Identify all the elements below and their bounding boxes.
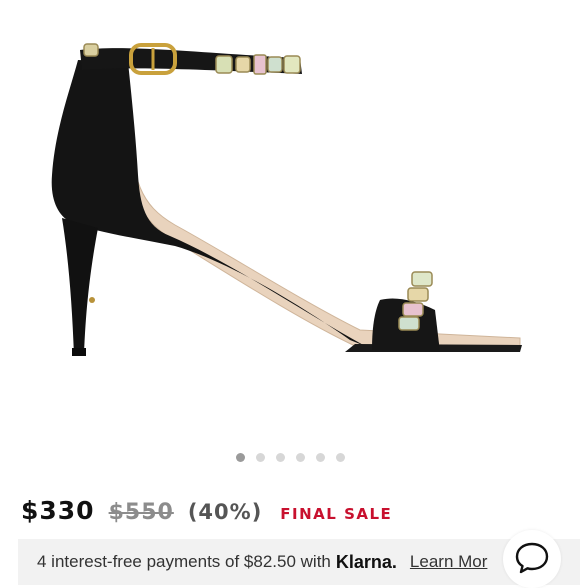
- klarna-message: 4 interest-free payments of $82.50 with: [37, 552, 331, 571]
- price-row: $330 $550 (40%) FINAL SALE: [21, 496, 392, 530]
- chat-bubble-icon: [514, 539, 550, 579]
- final-sale-badge: FINAL SALE: [280, 505, 393, 523]
- current-price: $330: [21, 496, 95, 525]
- carousel-dot-2[interactable]: [255, 453, 265, 462]
- sandal-illustration: [51, 43, 522, 356]
- carousel-dot-3[interactable]: [275, 453, 285, 462]
- klarna-banner: 4 interest-free payments of $82.50 with …: [18, 539, 580, 585]
- carousel-dot-5[interactable]: [315, 453, 325, 462]
- carousel-dot-1[interactable]: [235, 453, 245, 462]
- carousel-dot-6[interactable]: [335, 453, 345, 462]
- discount-percent: (40%): [187, 500, 263, 524]
- chat-button[interactable]: [503, 530, 561, 588]
- learn-more-link[interactable]: Learn Mor: [410, 552, 487, 572]
- carousel-dots: [0, 453, 580, 462]
- original-price: $550: [108, 500, 174, 525]
- carousel-dot-4[interactable]: [295, 453, 305, 462]
- product-image[interactable]: [0, 0, 580, 440]
- klarna-logo: Klarna.: [335, 551, 397, 572]
